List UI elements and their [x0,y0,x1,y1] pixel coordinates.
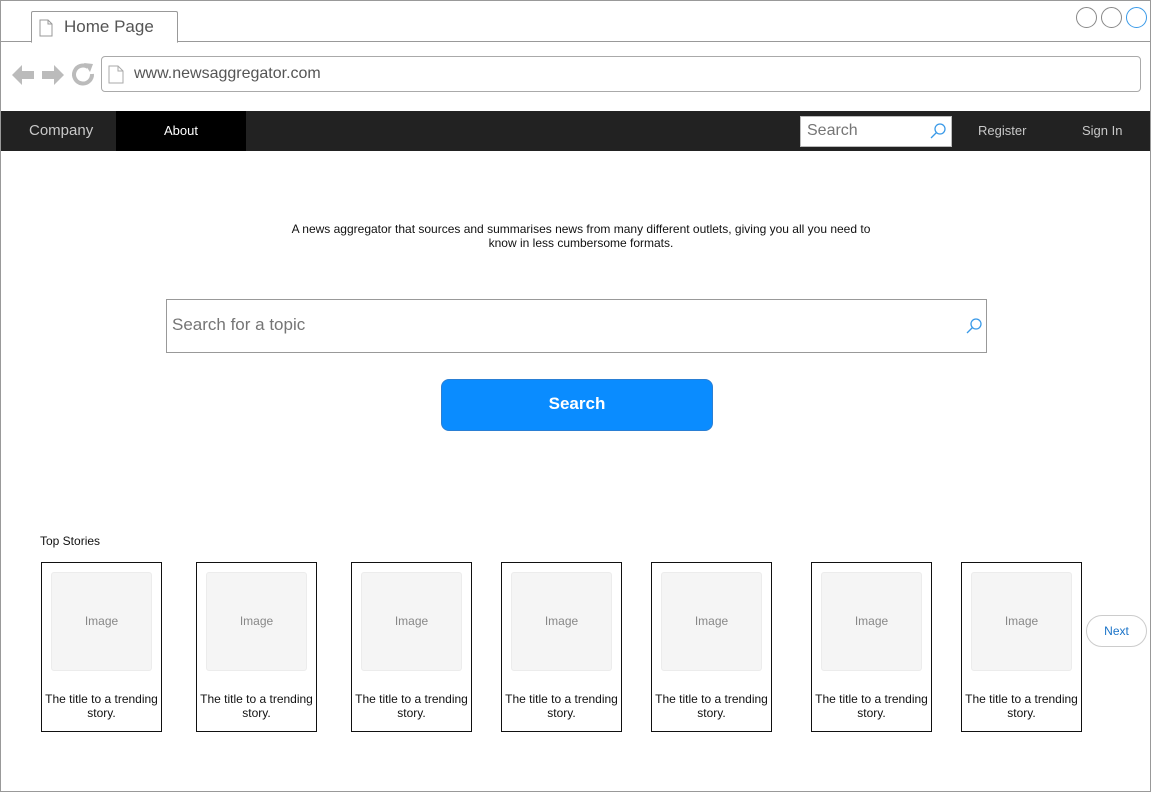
back-arrow-icon[interactable] [12,65,34,85]
address-bar[interactable]: www.newsaggregator.com [101,56,1141,92]
top-stories-heading: Top Stories [40,534,101,548]
search-button[interactable]: Search [441,379,713,431]
tab-bar: Home Page [1,1,1150,43]
nav-search-box [800,116,952,147]
close-window-button[interactable] [1126,7,1147,28]
story-title[interactable]: The title to a trending story. [962,692,1081,720]
forward-arrow-icon[interactable] [42,65,64,85]
story-title[interactable]: The title to a trending story. [502,692,621,720]
nav-sign-in[interactable]: Sign In [1082,111,1122,151]
story-title[interactable]: The title to a trending story. [42,692,161,720]
site-tagline: A news aggregator that sources and summa… [291,222,871,250]
story-image-placeholder: Image [971,572,1072,671]
nav-about[interactable]: About [116,111,246,151]
browser-nav-icons [12,63,94,86]
story-card[interactable]: Image The title to a trending story. [651,562,772,732]
story-card[interactable]: Image The title to a trending story. [196,562,317,732]
story-title[interactable]: The title to a trending story. [352,692,471,720]
nav-company[interactable]: Company [29,111,93,151]
story-image-placeholder: Image [361,572,462,671]
browser-nav-buttons [11,61,95,94]
document-icon [108,65,124,84]
story-image-placeholder: Image [661,572,762,671]
url-text: www.newsaggregator.com [134,65,321,82]
story-card[interactable]: Image The title to a trending story. [351,562,472,732]
search-icon[interactable] [965,317,983,335]
story-title[interactable]: The title to a trending story. [812,692,931,720]
story-image-placeholder: Image [511,572,612,671]
search-icon[interactable] [929,122,947,140]
topic-search-input[interactable] [167,300,952,350]
reload-icon[interactable] [72,63,94,86]
story-image-placeholder: Image [821,572,922,671]
story-image-placeholder: Image [206,572,307,671]
site-navbar: Company About Register Sign In [1,111,1150,151]
story-card[interactable]: Image The title to a trending story. [811,562,932,732]
minimize-window-button[interactable] [1076,7,1097,28]
next-stories-button[interactable]: Next [1086,615,1147,647]
maximize-window-button[interactable] [1101,7,1122,28]
story-card[interactable]: Image The title to a trending story. [961,562,1082,732]
document-icon [39,19,53,37]
story-card[interactable]: Image The title to a trending story. [41,562,162,732]
tab-title: Home Page [64,17,154,36]
browser-tab[interactable]: Home Page [31,11,178,43]
story-image-placeholder: Image [51,572,152,671]
nav-search-input[interactable] [801,117,927,144]
nav-register[interactable]: Register [978,111,1026,151]
topic-search-box [166,299,987,353]
browser-window: Home Page www.newsaggregator.com Company… [0,0,1151,792]
story-title[interactable]: The title to a trending story. [652,692,771,720]
story-title[interactable]: The title to a trending story. [197,692,316,720]
story-card[interactable]: Image The title to a trending story. [501,562,622,732]
